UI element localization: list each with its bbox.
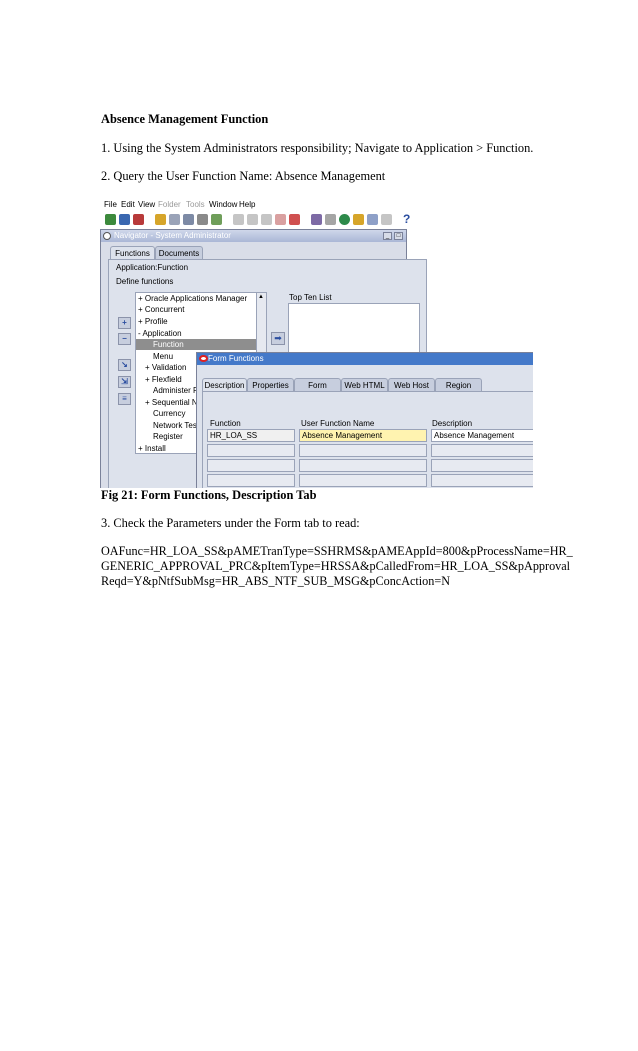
navigator-icon[interactable]: [211, 214, 222, 225]
user-function-name-field[interactable]: [299, 459, 427, 472]
column-header-description: Description: [432, 419, 473, 428]
maximize-icon[interactable]: □: [394, 232, 403, 240]
top-ten-label: Top Ten List: [289, 293, 332, 302]
oracle-logo-icon: [199, 355, 208, 362]
user-function-name-field[interactable]: [299, 474, 427, 487]
help-icon[interactable]: ?: [403, 212, 410, 226]
tree-item[interactable]: - Application: [138, 328, 182, 339]
attachments-icon[interactable]: [353, 214, 364, 225]
tab-description[interactable]: Description: [202, 378, 247, 392]
new-icon[interactable]: [105, 214, 116, 225]
context-label: Application:Function: [116, 263, 189, 272]
tree-item[interactable]: + Concurrent: [138, 304, 184, 315]
function-field[interactable]: [207, 474, 295, 487]
close-form-icon[interactable]: [183, 214, 194, 225]
parameters-line: Reqd=Y&pNtfSubMsg=HR_ABS_NTF_SUB_MSG&pCo…: [101, 574, 451, 588]
menu-bar: File Edit View Folder Tools Window Help: [100, 197, 533, 211]
tree-item[interactable]: Network Tes: [153, 420, 197, 431]
step-1-text: 1. Using the System Administrators respo…: [101, 141, 534, 155]
column-header-user-function-name: User Function Name: [301, 419, 375, 428]
folder-tools-icon[interactable]: [367, 214, 378, 225]
collapse-icon[interactable]: −: [118, 333, 131, 345]
form-functions-title-bar: Form Functions: [197, 353, 533, 365]
parameters-line: OAFunc=HR_LOA_SS&pAMETranType=SSHRMS&pAM…: [101, 544, 573, 558]
function-field[interactable]: [207, 459, 295, 472]
function-field[interactable]: HR_LOA_SS: [207, 429, 295, 442]
toolbar: ?: [100, 211, 533, 229]
tab-properties[interactable]: Properties: [247, 378, 294, 392]
copy-icon[interactable]: [247, 214, 258, 225]
user-function-name-field[interactable]: [299, 444, 427, 457]
navigator-title-bar: Navigator - System Administrator _ □: [101, 230, 406, 242]
column-header-function: Function: [210, 419, 241, 428]
menu-window[interactable]: Window: [209, 200, 237, 209]
tab-documents[interactable]: Documents: [155, 246, 203, 260]
menu-folder[interactable]: Folder: [158, 200, 181, 209]
zoom-icon[interactable]: [325, 214, 336, 225]
exit-icon[interactable]: [133, 214, 144, 225]
window-help-icon[interactable]: [381, 214, 392, 225]
tree-item[interactable]: + Validation: [145, 362, 186, 373]
tree-item-selected[interactable]: Function: [136, 339, 256, 350]
tree-item[interactable]: + Flexfield: [145, 374, 182, 385]
tab-form[interactable]: Form: [294, 378, 341, 392]
find-icon[interactable]: [119, 214, 130, 225]
oracle-forms-screenshot: File Edit View Folder Tools Window Help …: [100, 197, 533, 488]
user-function-name-field[interactable]: Absence Management: [299, 429, 427, 442]
menu-tools[interactable]: Tools: [186, 200, 205, 209]
step-3-text: 3. Check the Parameters under the Form t…: [101, 516, 360, 530]
tab-functions[interactable]: Functions: [110, 246, 155, 260]
minimize-icon[interactable]: _: [383, 232, 392, 240]
tab-web-host[interactable]: Web Host: [388, 378, 435, 392]
expand-all-icon[interactable]: ⇲: [118, 376, 131, 388]
edit-field-icon[interactable]: [311, 214, 322, 225]
form-functions-window: Form Functions Description Properties Fo…: [196, 352, 533, 488]
navigator-title: Navigator - System Administrator: [114, 231, 231, 240]
step-2-text: 2. Query the User Function Name: Absence…: [101, 169, 386, 183]
add-to-top-ten-button[interactable]: ➡: [271, 332, 285, 345]
tree-item[interactable]: Register: [153, 431, 183, 442]
save-icon[interactable]: [155, 214, 166, 225]
new-record-icon[interactable]: [275, 214, 286, 225]
form-functions-title: Form Functions: [208, 354, 264, 363]
tab-web-html[interactable]: Web HTML: [341, 378, 388, 392]
tree-item[interactable]: Menu: [153, 351, 173, 362]
printer-icon[interactable]: [197, 214, 208, 225]
print-icon[interactable]: [169, 214, 180, 225]
tree-item[interactable]: + Oracle Applications Manager: [138, 293, 247, 304]
window-icon: [103, 232, 111, 240]
cut-icon[interactable]: [233, 214, 244, 225]
tree-item[interactable]: + Install: [138, 443, 166, 453]
paste-icon[interactable]: [261, 214, 272, 225]
tree-item[interactable]: + Profile: [138, 316, 168, 327]
menu-edit[interactable]: Edit: [121, 200, 135, 209]
tree-item[interactable]: Administer F: [153, 385, 198, 396]
figure-caption: Fig 21: Form Functions, Description Tab: [101, 488, 317, 502]
parameters-line: GENERIC_APPROVAL_PRC&pItemType=HRSSA&pCa…: [101, 559, 571, 573]
scroll-up-icon[interactable]: ▲: [258, 294, 264, 300]
parameters-text: OAFunc=HR_LOA_SS&pAMETranType=SSHRMS&pAM…: [101, 544, 573, 589]
section-heading: Absence Management Function: [101, 112, 269, 126]
tree-item[interactable]: + Sequential N: [145, 397, 198, 408]
description-field[interactable]: [431, 444, 533, 457]
translations-icon[interactable]: [339, 214, 350, 225]
expand-branch-icon[interactable]: ↘: [118, 359, 131, 371]
tree-item[interactable]: Currency: [153, 408, 185, 419]
menu-file[interactable]: File: [104, 200, 117, 209]
collapse-all-icon[interactable]: ≡: [118, 393, 131, 405]
description-field[interactable]: [431, 474, 533, 487]
menu-help[interactable]: Help: [239, 200, 255, 209]
menu-view[interactable]: View: [138, 200, 155, 209]
tab-region[interactable]: Region: [435, 378, 482, 392]
define-functions-label: Define functions: [116, 277, 174, 286]
delete-record-icon[interactable]: [289, 214, 300, 225]
function-field[interactable]: [207, 444, 295, 457]
expand-icon[interactable]: +: [118, 317, 131, 329]
description-field[interactable]: Absence Management: [431, 429, 533, 442]
description-field[interactable]: [431, 459, 533, 472]
